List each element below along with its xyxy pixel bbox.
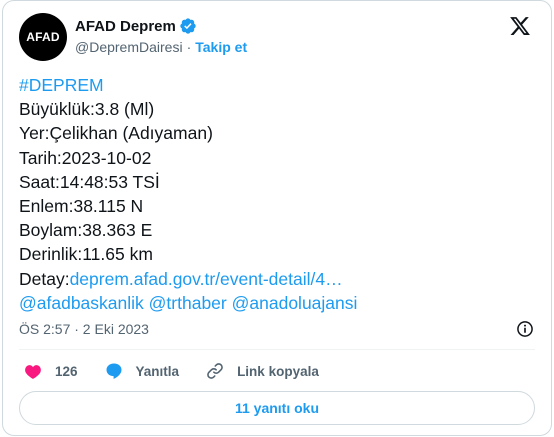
- handle[interactable]: @DepremDairesi: [75, 39, 183, 55]
- detail-link[interactable]: deprem.afad.gov.tr/event-detail/4…: [70, 269, 343, 289]
- author-info: AFAD Deprem @DepremDairesi · Takip et: [75, 15, 247, 57]
- date-line: Tarih:2023-10-02: [19, 147, 152, 168]
- like-count: 126: [55, 363, 78, 379]
- reply-button[interactable]: Yanıtla: [104, 361, 180, 381]
- magnitude-line: Büyüklük:3.8 (Ml): [19, 99, 155, 120]
- reply-bubble-icon: [106, 363, 122, 379]
- divider: [19, 349, 535, 350]
- separator: ·: [186, 39, 192, 55]
- tweet-card: AFAD AFAD Deprem @DepremDairesi · Takip …: [2, 0, 552, 436]
- link-icon: [207, 363, 223, 379]
- copy-link-button[interactable]: Link kopyala: [205, 361, 319, 381]
- follow-button[interactable]: Takip et: [195, 39, 247, 55]
- detail-line: Detay:deprem.afad.gov.tr/event-detail/4…: [19, 267, 539, 291]
- avatar[interactable]: AFAD: [19, 13, 67, 61]
- timestamp[interactable]: ÖS 2:57 · 2 Eki 2023: [19, 321, 149, 337]
- heart-icon: [25, 365, 41, 379]
- x-logo-icon[interactable]: [509, 15, 531, 37]
- depth-line: Derinlik:11.65 km: [19, 244, 153, 265]
- tweet-actions: 126 Yanıtla Link kopyala: [23, 359, 345, 383]
- mention-link[interactable]: @afadbaskanlik: [19, 293, 144, 313]
- tweet-header: AFAD AFAD Deprem @DepremDairesi · Takip …: [19, 13, 535, 61]
- tweet-meta: ÖS 2:57 · 2 Eki 2023: [19, 317, 535, 341]
- display-name[interactable]: AFAD Deprem: [75, 18, 176, 35]
- copy-link-label: Link kopyala: [237, 363, 319, 379]
- hashtag-link[interactable]: #DEPREM: [19, 73, 539, 97]
- latitude-line: Enlem:38.115 N: [19, 196, 144, 217]
- mentions-line: @afadbaskanlik @trthaber @anadoluajansi: [19, 291, 539, 315]
- longitude-line: Boylam:38.363 E: [19, 220, 153, 241]
- tweet-text: #DEPREM Büyüklük:3.8 (Ml) Yer:Çelikhan (…: [19, 73, 539, 315]
- info-icon[interactable]: [515, 319, 535, 339]
- location-line: Yer:Çelikhan (Adıyaman): [19, 123, 213, 144]
- verified-badge-icon: [180, 18, 196, 34]
- time-line: Saat:14:48:53 TSİ: [19, 171, 160, 192]
- read-replies-button[interactable]: 11 yanıtı oku: [19, 391, 535, 425]
- mention-link[interactable]: @anadoluajansi: [232, 293, 358, 313]
- like-button[interactable]: 126: [23, 361, 78, 381]
- mention-link[interactable]: @trthaber: [149, 293, 227, 313]
- reply-label: Yanıtla: [135, 363, 180, 379]
- detail-prefix: Detay:: [19, 268, 70, 289]
